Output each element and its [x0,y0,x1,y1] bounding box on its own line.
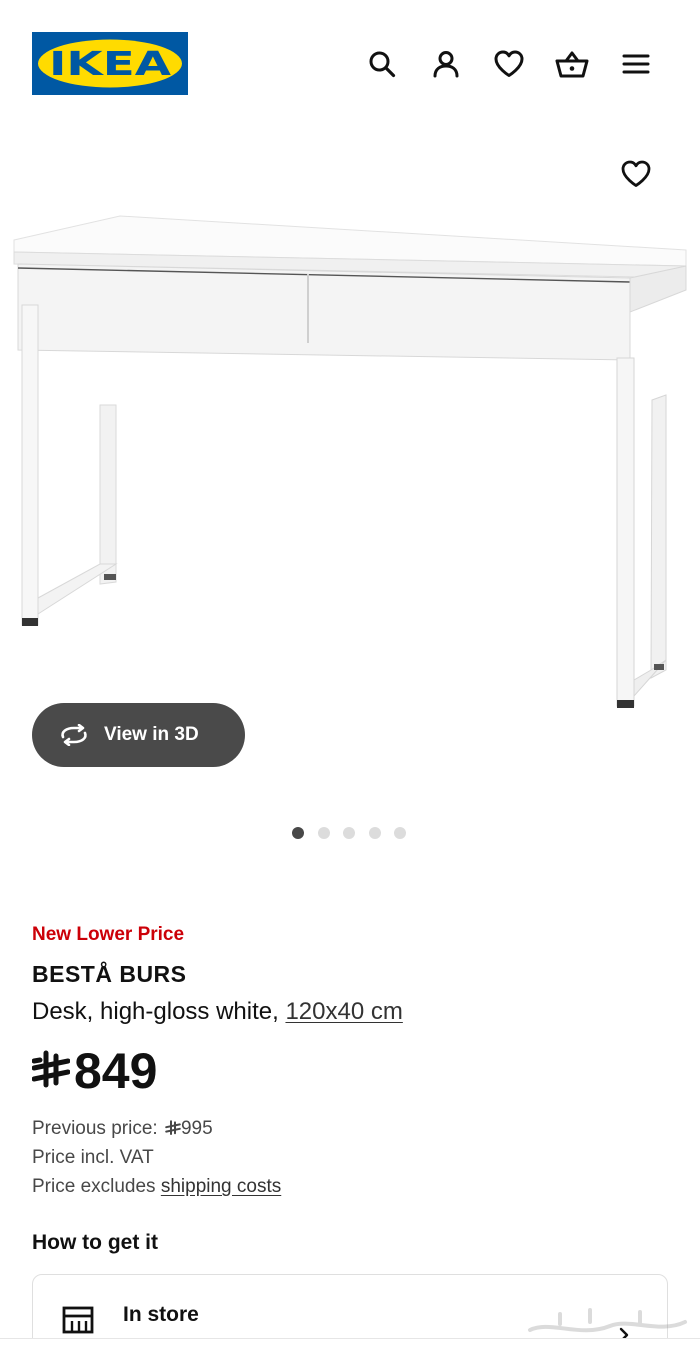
description-text: Desk, high-gloss white, [32,998,279,1025]
gallery-pagination [292,827,420,839]
previous-price-amount: 995 [180,1118,213,1139]
gallery-dot[interactable] [317,827,330,839]
product-gallery[interactable]: View in 3D [0,110,700,860]
watermark-logo [528,1308,687,1333]
cart-icon[interactable] [554,46,590,82]
shipping-note: Price excludes shipping costs [32,1172,672,1201]
shipping-costs-link[interactable]: shipping costs [161,1176,281,1197]
gallery-dot[interactable] [292,827,304,839]
product-info: New Lower Price BESTÅ BURS Desk, high-gl… [32,920,672,1201]
favourite-heart-icon[interactable] [616,154,656,194]
shipping-prefix: Price excludes [32,1176,156,1197]
saudi-riyal-small-icon [165,1120,181,1135]
logo-text: IKEA [49,44,172,83]
menu-icon[interactable] [618,46,654,82]
product-name: BESTÅ BURS [32,961,187,987]
gallery-dot[interactable] [343,827,355,839]
in-store-label: In store [123,1303,199,1326]
previous-price-label: Previous price: [32,1118,158,1139]
bottom-bar [0,1338,700,1346]
gallery-dot[interactable] [394,827,406,839]
account-icon[interactable] [428,46,464,82]
search-icon[interactable] [364,46,400,82]
gallery-dot[interactable] [368,827,381,839]
previous-price: Previous price: 995 [32,1114,672,1143]
size-link[interactable]: 120x40 cm [285,998,402,1025]
product-price: 849 [32,1040,672,1102]
store-icon [62,1306,94,1334]
vat-note: Price incl. VAT [32,1147,154,1168]
rotate-3d-icon [61,724,87,746]
product-description: Desk, high-gloss white, 120x40 cm [32,994,672,1030]
view-in-3d-button[interactable]: View in 3D [32,703,245,767]
price-badge: New Lower Price [32,924,185,945]
favourites-icon[interactable] [491,46,527,82]
view-in-3d-label: View in 3D [104,724,199,745]
price-amount: 849 [74,1043,158,1099]
site-header: IKEA [0,0,700,110]
how-to-get-it-heading: How to get it [32,1231,158,1254]
product-image[interactable] [0,200,700,740]
ikea-logo[interactable]: IKEA [32,32,188,95]
saudi-riyal-icon [32,1050,70,1088]
